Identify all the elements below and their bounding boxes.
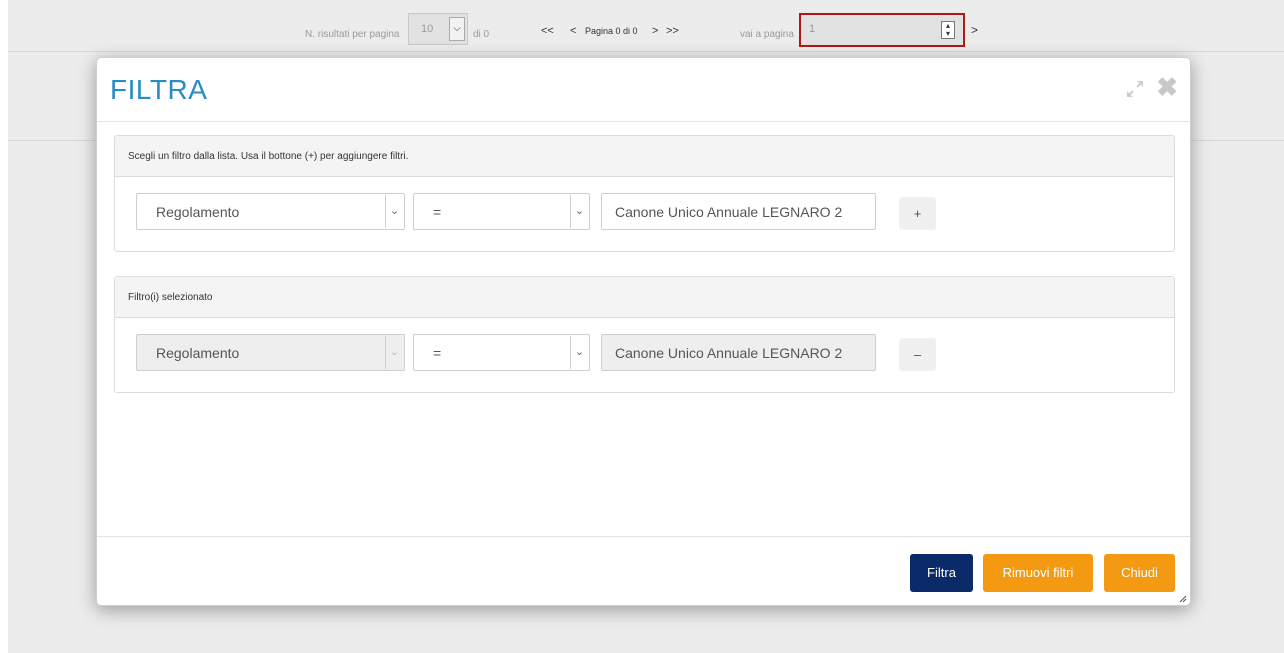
remove-filters-button[interactable]: Rimuovi filtri xyxy=(983,554,1093,592)
chevron-down-icon: ⌄ xyxy=(385,336,403,369)
pagination-bar: N. risultati per pagina 10 ⌵ di 0 << < P… xyxy=(8,0,1284,48)
goto-page-input[interactable]: 1 ▴ ▾ xyxy=(799,13,965,47)
selected-filter-row: Regolamento ⌄ = ⌄ Canone Unico Annuale L… xyxy=(115,318,1174,392)
modal-footer: Filtra Rimuovi filtri Chiudi xyxy=(97,536,1190,606)
operator-select-value: = xyxy=(433,204,442,220)
goto-page-button[interactable]: > xyxy=(971,23,978,37)
goto-page-value: 1 xyxy=(809,23,816,35)
selected-field-value: Regolamento xyxy=(156,345,240,361)
total-pages-label: di 0 xyxy=(473,29,490,40)
selected-value-text: Canone Unico Annuale LEGNARO 2 xyxy=(615,345,843,361)
filter-value-input[interactable]: Canone Unico Annuale LEGNARO 2 xyxy=(601,193,876,230)
close-button[interactable]: Chiudi xyxy=(1104,554,1175,592)
spinner-icon[interactable]: ▴ ▾ xyxy=(941,21,955,39)
filter-button[interactable]: Filtra xyxy=(910,554,973,592)
selected-operator-value: = xyxy=(433,345,442,361)
results-per-page-value: 10 xyxy=(421,23,434,35)
selected-filters-heading: Filtro(i) selezionato xyxy=(115,277,1174,318)
add-filter-button[interactable]: + xyxy=(899,197,936,230)
remove-filter-button[interactable]: – xyxy=(899,338,936,371)
filter-modal: FILTRA ✖ Scegli un filtro dalla lista. U… xyxy=(96,57,1191,606)
chevron-down-icon[interactable]: ⌄ xyxy=(385,195,403,228)
filter-chooser-heading: Scegli un filtro dalla lista. Usa il bot… xyxy=(115,136,1174,177)
first-page-link[interactable]: << xyxy=(541,25,554,37)
results-per-page-label: N. risultati per pagina xyxy=(305,29,400,40)
expand-icon[interactable] xyxy=(1124,78,1146,100)
results-per-page-select[interactable]: 10 ⌵ xyxy=(408,13,468,45)
goto-page-label: vai a pagina xyxy=(740,29,794,40)
filter-chooser-panel: Scegli un filtro dalla lista. Usa il bot… xyxy=(114,135,1175,252)
chevron-down-icon[interactable]: ⌵ xyxy=(449,17,465,41)
operator-select[interactable]: = ⌄ xyxy=(413,193,590,230)
close-icon[interactable]: ✖ xyxy=(1156,74,1178,100)
page-status: Pagina 0 di 0 xyxy=(585,26,638,36)
last-page-link[interactable]: >> xyxy=(666,25,679,37)
chevron-down-icon[interactable]: ⌄ xyxy=(570,336,588,369)
prev-page-link[interactable]: < xyxy=(570,25,576,37)
filter-chooser-row: Regolamento ⌄ = ⌄ Canone Unico Annuale L… xyxy=(115,177,1174,251)
modal-title: FILTRA xyxy=(110,74,208,105)
selected-operator-select[interactable]: = ⌄ xyxy=(413,334,590,371)
selected-field-select: Regolamento ⌄ xyxy=(136,334,405,371)
field-select-value: Regolamento xyxy=(156,204,240,220)
field-select[interactable]: Regolamento ⌄ xyxy=(136,193,405,230)
modal-header: FILTRA ✖ xyxy=(97,58,1190,122)
filter-value-text: Canone Unico Annuale LEGNARO 2 xyxy=(615,204,843,220)
selected-filters-panel: Filtro(i) selezionato Regolamento ⌄ = ⌄ … xyxy=(114,276,1175,393)
next-page-link[interactable]: > xyxy=(652,25,658,37)
resize-handle-icon[interactable] xyxy=(1179,595,1187,603)
selected-value-input: Canone Unico Annuale LEGNARO 2 xyxy=(601,334,876,371)
chevron-down-icon[interactable]: ⌄ xyxy=(570,195,588,228)
